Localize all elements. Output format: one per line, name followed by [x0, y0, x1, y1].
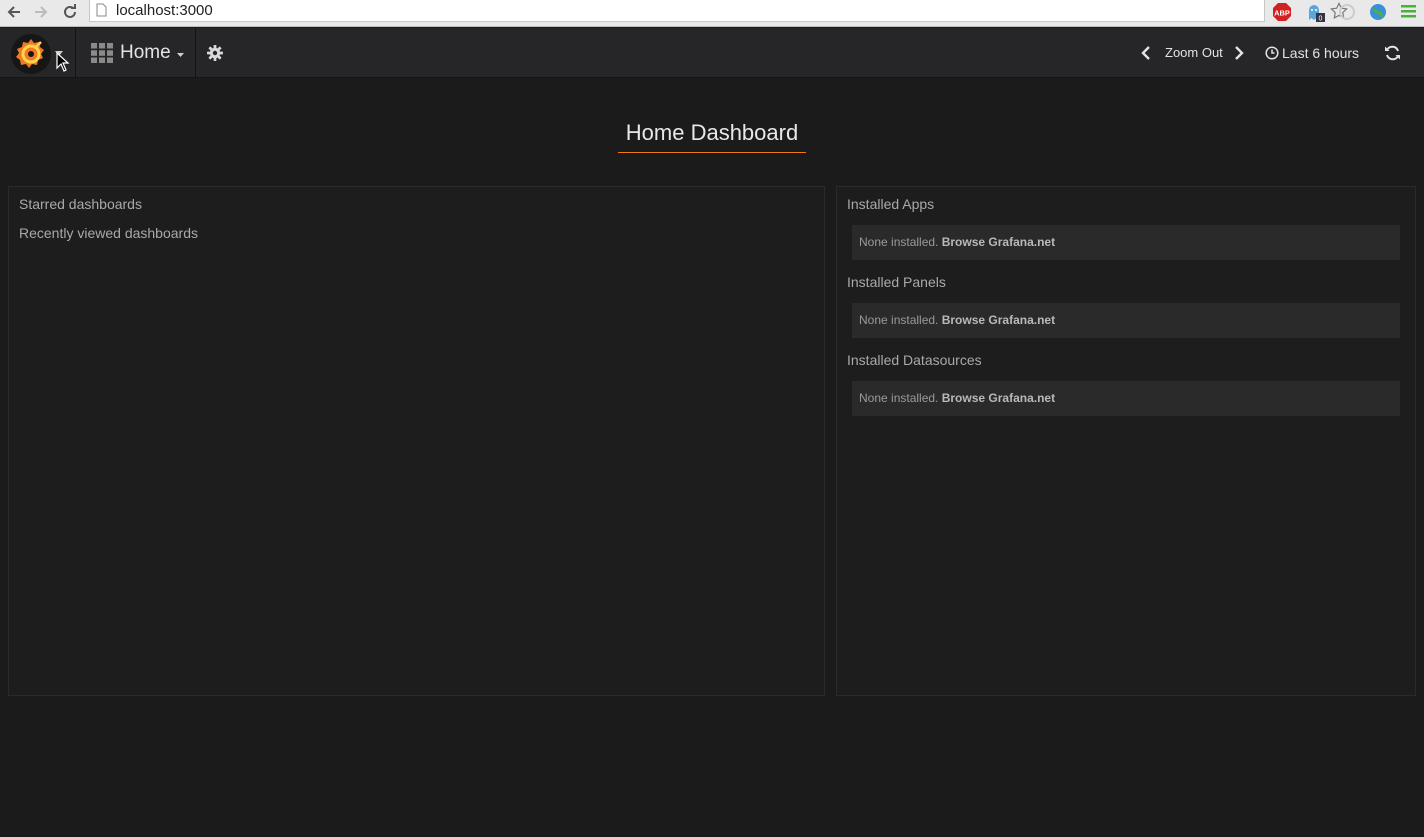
- empty-state-text: None installed.: [859, 313, 942, 327]
- clock-icon[interactable]: [1265, 46, 1279, 60]
- navbar-divider: [75, 28, 76, 78]
- top-navbar: Home Zoom Out Last 6 hours: [0, 28, 1424, 78]
- browser-toolbar: localhost:3000 ABP 0: [0, 0, 1424, 27]
- url-text[interactable]: localhost:3000: [116, 2, 213, 19]
- plugin-list-panel: Installed Apps None installed. Browse Gr…: [836, 186, 1416, 696]
- page-title: Home Dashboard: [617, 120, 807, 153]
- chevron-down-icon: [176, 52, 184, 57]
- chevron-left-icon[interactable]: [1140, 45, 1152, 61]
- recent-dashboards-heading: Recently viewed dashboards: [19, 225, 198, 241]
- browse-grafana-link[interactable]: Browse Grafana.net: [942, 235, 1055, 249]
- installed-apps-empty-box: None installed. Browse Grafana.net: [852, 225, 1400, 260]
- starred-dashboards-heading: Starred dashboards: [19, 196, 142, 212]
- ghostery-count: 0: [1319, 16, 1323, 23]
- forward-arrow-icon[interactable]: [32, 3, 50, 21]
- chevron-right-icon[interactable]: [1233, 45, 1245, 61]
- reload-icon[interactable]: [61, 3, 79, 21]
- installed-apps-heading: Installed Apps: [847, 196, 935, 212]
- gear-icon[interactable]: [206, 44, 224, 62]
- grafana-logo-icon[interactable]: [11, 34, 51, 74]
- zoom-out-button[interactable]: Zoom Out: [1165, 45, 1223, 60]
- navbar-divider: [195, 28, 196, 78]
- adblock-label: ABP: [1274, 9, 1290, 18]
- sync-extension-icon[interactable]: [1337, 2, 1357, 22]
- installed-panels-empty-box: None installed. Browse Grafana.net: [852, 303, 1400, 338]
- dashboard-list-panel: Starred dashboards Recently viewed dashb…: [8, 186, 825, 696]
- refresh-icon[interactable]: [1384, 45, 1401, 61]
- empty-state-text: None installed.: [859, 391, 942, 405]
- back-arrow-icon[interactable]: [5, 3, 23, 21]
- time-range-picker[interactable]: Last 6 hours: [1282, 45, 1359, 61]
- menu-icon[interactable]: [1401, 2, 1421, 22]
- browse-grafana-link[interactable]: Browse Grafana.net: [942, 313, 1055, 327]
- installed-panels-heading: Installed Panels: [847, 274, 946, 290]
- adblock-icon[interactable]: ABP: [1272, 2, 1292, 22]
- dashboard-title: Home: [120, 42, 171, 63]
- page-title-container: Home Dashboard: [0, 120, 1424, 153]
- globe-extension-icon[interactable]: [1368, 2, 1388, 22]
- dashboard-grid-icon: [91, 43, 113, 63]
- ghostery-icon[interactable]: 0: [1305, 2, 1325, 23]
- browse-grafana-link[interactable]: Browse Grafana.net: [942, 391, 1055, 405]
- dashboard-picker-button[interactable]: Home: [91, 28, 184, 78]
- empty-state-text: None installed.: [859, 235, 942, 249]
- address-bar[interactable]: localhost:3000: [89, 0, 1348, 22]
- mouse-cursor-icon: [56, 52, 70, 72]
- installed-datasources-empty-box: None installed. Browse Grafana.net: [852, 381, 1400, 416]
- page-icon: [96, 3, 107, 17]
- installed-datasources-heading: Installed Datasources: [847, 352, 982, 368]
